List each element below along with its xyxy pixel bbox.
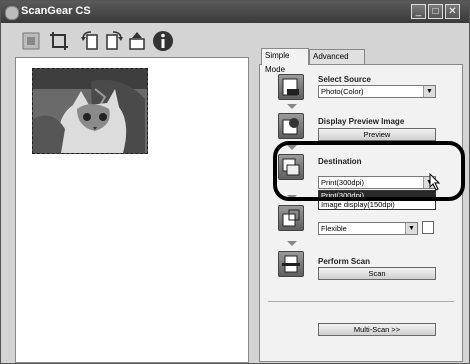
crop-icon[interactable] <box>47 29 71 53</box>
chevron-down-icon[interactable]: ▼ <box>405 223 417 234</box>
toolbar <box>1 23 251 59</box>
display-preview-label: Display Preview Image <box>318 117 405 126</box>
mode-tabs: Simple Mode Advanced Mode <box>259 48 463 75</box>
maximize-button[interactable]: □ <box>428 4 443 19</box>
title-bar: ScanGear CS _ □ ✕ <box>1 1 469 23</box>
close-button[interactable]: ✕ <box>445 4 460 19</box>
scangear-window: ScanGear CS _ □ ✕ Simple Mode Advanced S… <box>0 0 470 364</box>
mouse-cursor-icon <box>429 172 441 195</box>
simple-mode-panel: Select Source Photo(Color) ▼ Display Pre… <box>259 64 463 362</box>
scan-step-icon <box>278 251 304 277</box>
tab-advanced-mode[interactable]: Advanced Mode <box>309 49 365 75</box>
window-title: ScanGear CS <box>21 5 91 17</box>
scan-button[interactable]: Scan <box>318 267 436 280</box>
step-arrow-icon <box>287 104 297 109</box>
rotate-left-icon[interactable] <box>79 29 103 53</box>
output-size-value: Flexible <box>321 224 347 233</box>
app-icon <box>5 6 19 20</box>
step-arrow-icon <box>287 241 297 246</box>
output-size-select[interactable]: Flexible ▼ <box>318 222 418 235</box>
divider <box>268 301 454 302</box>
output-size-icon <box>278 205 304 231</box>
perform-scan-label: Perform Scan <box>318 257 371 266</box>
preview-button[interactable]: Preview <box>318 128 436 141</box>
preview-thumbnail[interactable] <box>32 68 148 154</box>
rotate-right-icon[interactable] <box>101 29 125 53</box>
preview-step-icon <box>278 113 304 139</box>
settings-panel: Simple Mode Advanced Mode Select Source … <box>259 48 463 363</box>
preview-area[interactable] <box>15 57 249 363</box>
minimize-button[interactable]: _ <box>411 4 426 19</box>
output-size-settings-icon[interactable] <box>422 221 434 234</box>
source-icon <box>278 74 304 100</box>
source-select[interactable]: Photo(Color) ▼ <box>318 85 436 98</box>
tab-simple-mode[interactable]: Simple Mode <box>261 48 309 74</box>
source-select-value: Photo(Color) <box>321 87 364 96</box>
chevron-down-icon[interactable]: ▼ <box>423 86 435 97</box>
select-source-label: Select Source <box>318 75 371 84</box>
scan-area-icon[interactable] <box>19 29 43 53</box>
multi-scan-button[interactable]: Multi-Scan >> <box>318 323 436 336</box>
list-item[interactable]: Image display(150dpi) <box>319 200 435 209</box>
info-icon[interactable] <box>151 29 175 53</box>
flip-icon[interactable] <box>125 29 149 53</box>
